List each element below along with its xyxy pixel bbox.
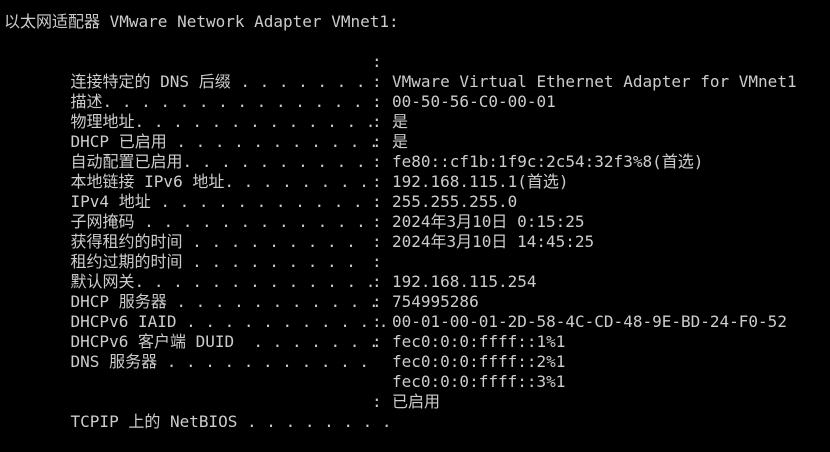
row-netbios: TCPIP 上的 NetBIOS . . . . . . . . [32,392,392,431]
row-value: fe80::cf1b:1f9c:2c54:32f3%8(首选) [392,152,704,171]
row-separator: : [372,392,382,411]
row-dots: . . . . . . . . [237,412,392,431]
row-separator: : [372,272,382,291]
row-separator: : [372,112,382,131]
row-label: DNS 服务器 [70,352,158,371]
row-value: 00-50-56-C0-00-01 [392,92,556,111]
row-value: 00-01-00-01-2D-58-4C-CD-48-9E-BD-24-F0-5… [392,312,787,331]
row-value-continuation: fec0:0:0:ffff::2%1 [392,352,566,371]
row-default-gateway: 默认网关. . . . . . . . . . . . . [32,252,376,291]
row-dhcp-server: DHCP 服务器 . . . . . . . . . . . [32,272,379,311]
row-separator: : [372,252,382,271]
row-subnet-mask: 子网掩码 . . . . . . . . . . . . [32,192,366,231]
row-separator: : [372,172,382,191]
row-dots: . . . . . . . . . . . [157,352,369,371]
row-description: 描述. . . . . . . . . . . . . . . [32,72,382,111]
row-physical-address: 物理地址. . . . . . . . . . . . . [32,92,376,131]
row-separator: : [372,292,382,311]
row-lease-obtained: 获得租约的时间 . . . . . . . . . [32,212,356,251]
row-value: 是 [392,132,409,151]
row-label: TCPIP 上的 NetBIOS [70,412,238,431]
row-separator: : [372,52,382,71]
row-dns-servers: DNS 服务器 . . . . . . . . . . . [32,332,369,371]
row-separator: : [372,212,382,231]
row-autoconfig-enabled: 自动配置已启用. . . . . . . . . . [32,132,366,171]
row-dns-suffix: 连接特定的 DNS 后缀 . . . . . . . [32,52,366,91]
row-value: 已启用 [392,392,441,411]
row-value: 192.168.115.254 [392,272,537,291]
row-separator: : [372,312,382,331]
row-dhcp-enabled: DHCP 已启用 . . . . . . . . . . . [32,112,379,151]
row-lease-expires: 租约过期的时间 . . . . . . . . . [32,232,356,271]
row-separator: : [372,332,382,351]
row-separator: : [372,192,382,211]
row-ipv4-address: IPv4 地址 . . . . . . . . . . . . [32,172,382,211]
row-dhcpv6-duid: DHCPv6 客户端 DUID . . . . . . . [32,312,379,351]
adapter-header: 以太网适配器 VMware Network Adapter VMnet1: [4,12,399,31]
row-value-continuation: fec0:0:0:ffff::3%1 [392,372,566,391]
row-separator: : [372,132,382,151]
row-value: 2024年3月10日 14:45:25 [392,232,595,251]
row-dhcpv6-iaid: DHCPv6 IAID . . . . . . . . . . . [32,292,389,331]
console-window: 以太网适配器 VMware Network Adapter VMnet1: 连接… [0,0,830,431]
row-value: VMware Virtual Ethernet Adapter for VMne… [392,72,797,91]
row-value: fec0:0:0:ffff::1%1 [392,332,566,351]
row-value: 754995286 [392,292,479,311]
row-value: 2024年3月10日 0:15:25 [392,212,585,231]
row-value: 是 [392,112,409,131]
row-value: 192.168.115.1(首选) [392,172,569,191]
row-value: 255.255.255.0 [392,192,518,211]
row-link-local-ipv6: 本地链接 IPv6 地址. . . . . . . . [32,152,369,191]
row-separator: : [372,72,382,91]
row-separator: : [372,152,382,171]
row-separator: : [372,232,382,251]
row-separator: : [372,92,382,111]
